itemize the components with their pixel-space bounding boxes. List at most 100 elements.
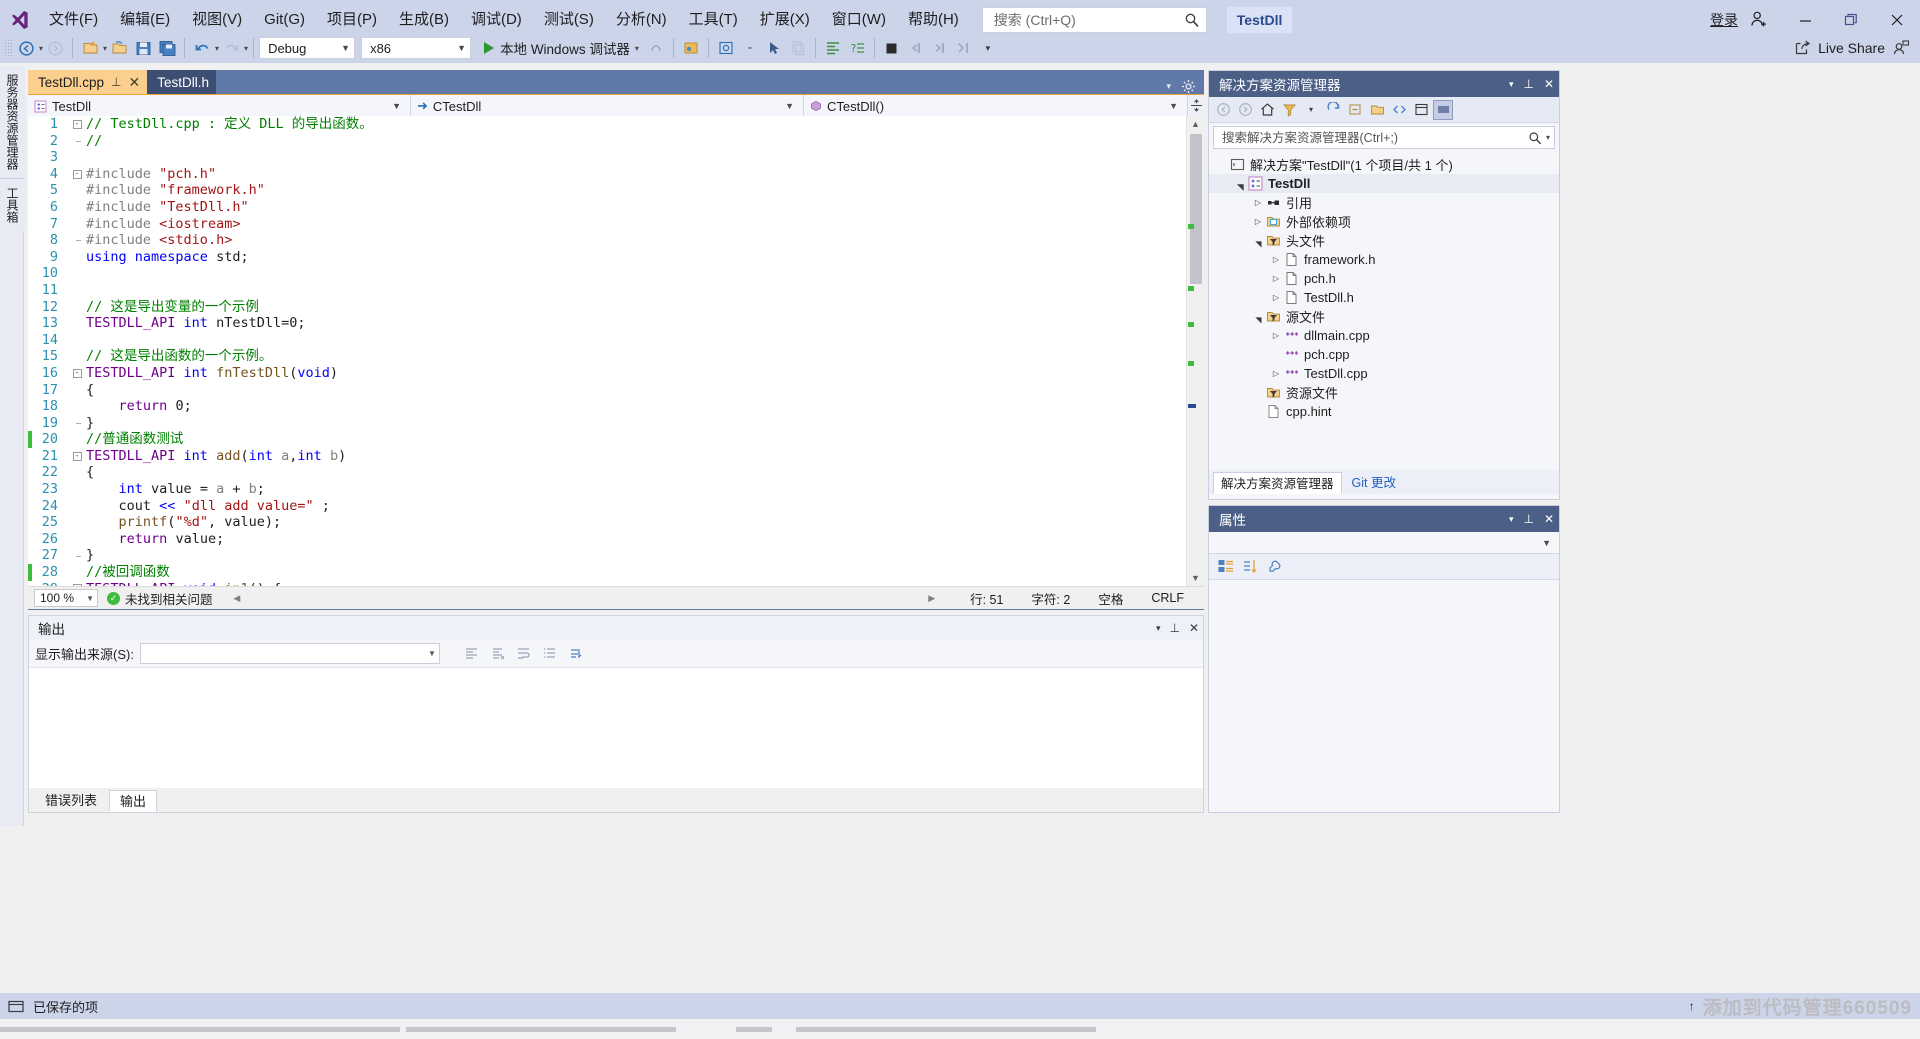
code-line[interactable]: 4-#include "pch.h"	[28, 166, 1186, 183]
add-to-source-control-arrow-icon[interactable]: ↑	[1689, 999, 1695, 1013]
sign-in-link[interactable]: 登录	[1706, 10, 1742, 30]
editor-horizontal-scrollbar[interactable]: ◀ ▶	[213, 593, 957, 604]
solution-tree-item[interactable]: ▷dllmain.cpp	[1209, 326, 1559, 345]
close-icon[interactable]: ✕	[128, 74, 140, 91]
output-toggle-wordwrap-icon[interactable]	[514, 644, 534, 664]
close-icon[interactable]: ✕	[1544, 77, 1554, 91]
code-line[interactable]: 20//普通函数测试	[28, 431, 1186, 448]
code-line[interactable]: 11	[28, 282, 1186, 299]
navigate-forward-button[interactable]	[43, 36, 67, 60]
twisty-icon[interactable]: ▷	[1269, 293, 1283, 302]
properties-grid[interactable]	[1209, 580, 1559, 810]
refresh-icon[interactable]	[1323, 100, 1343, 120]
twisty-icon[interactable]: ▷	[1269, 331, 1283, 340]
code-line[interactable]: 28//被回调函数	[28, 564, 1186, 581]
live-preview-button[interactable]	[679, 36, 703, 60]
toolbar-grip[interactable]	[4, 39, 12, 57]
tab-output[interactable]: 输出	[109, 790, 157, 812]
copy-style-icon[interactable]	[786, 36, 810, 60]
code-line[interactable]: 27}	[28, 547, 1186, 564]
redo-dropdown-icon[interactable]: ▾	[244, 44, 248, 53]
window-menu-icon[interactable]: ▾	[1509, 79, 1514, 90]
solution-tree-item[interactable]: ▷外部依赖项	[1209, 212, 1559, 231]
start-debugging-button[interactable]: 本地 Windows 调试器 ▾	[479, 36, 644, 60]
close-icon[interactable]: ✕	[1544, 512, 1554, 526]
solution-tree[interactable]: 解决方案"TestDll"(1 个项目/共 1 个)◢TestDll▷引用▷外部…	[1209, 152, 1559, 470]
code-line[interactable]: 23 int value = a + b;	[28, 481, 1186, 498]
chevron-down-icon[interactable]: ▾	[635, 44, 639, 53]
pin-icon[interactable]: ⊥	[111, 75, 121, 89]
output-text-area[interactable]	[29, 668, 1203, 778]
twisty-icon[interactable]: ◢	[1254, 234, 1263, 248]
code-line[interactable]: 19}	[28, 415, 1186, 432]
outlining-glyph[interactable]: -	[68, 369, 86, 378]
search-input[interactable]	[992, 11, 1184, 29]
pin-icon[interactable]: ⊥	[1523, 77, 1533, 91]
collapse-all-icon[interactable]	[1345, 100, 1365, 120]
step-into-icon[interactable]	[904, 36, 928, 60]
solution-config-combo[interactable]: Debug ▼	[259, 37, 355, 59]
solution-tree-item[interactable]: ◢头文件	[1209, 231, 1559, 250]
code-line[interactable]: 22{	[28, 464, 1186, 481]
home-icon[interactable]	[1257, 100, 1277, 120]
categorized-view-icon[interactable]	[1214, 556, 1236, 577]
outlining-glyph[interactable]: -	[68, 170, 86, 179]
editor-vertical-scrollbar[interactable]: ▲ ▼	[1186, 116, 1204, 586]
close-icon[interactable]: ✕	[1189, 621, 1199, 635]
split-view-button[interactable]	[1187, 95, 1204, 116]
solution-tree-item[interactable]: cpp.hint	[1209, 402, 1559, 421]
property-pages-icon[interactable]	[1264, 556, 1286, 577]
save-button[interactable]	[131, 36, 155, 60]
twisty-icon[interactable]: ▷	[1251, 217, 1265, 226]
code-line[interactable]: 29-TESTDLL_API void jn1() {	[28, 581, 1186, 586]
code-line[interactable]: 21-TESTDLL_API int add(int a,int b)	[28, 448, 1186, 465]
code-line[interactable]: 26 return value;	[28, 531, 1186, 548]
solution-tree-item[interactable]: 解决方案"TestDll"(1 个项目/共 1 个)	[1209, 155, 1559, 174]
outlining-glyph[interactable]: -	[68, 584, 86, 586]
code-line[interactable]: 5#include "framework.h"	[28, 182, 1186, 199]
output-settings-icon[interactable]	[566, 644, 586, 664]
scrollbar-thumb[interactable]	[1190, 134, 1202, 284]
tab-solution-explorer[interactable]: 解决方案资源管理器	[1213, 472, 1342, 494]
twisty-icon[interactable]: ◢	[1254, 310, 1263, 324]
navigate-backward-button[interactable]	[14, 36, 38, 60]
quick-help-icon[interactable]: ?	[845, 36, 869, 60]
output-clear-all-icon[interactable]	[488, 644, 508, 664]
gear-icon[interactable]	[1181, 79, 1196, 94]
solution-explorer-search-box[interactable]: ▾	[1213, 126, 1555, 149]
tab-git-changes[interactable]: Git 更改	[1345, 472, 1403, 494]
show-all-files-icon[interactable]	[1367, 100, 1387, 120]
outlining-glyph[interactable]: -	[68, 120, 86, 129]
quick-search-box[interactable]	[982, 7, 1207, 33]
code-line[interactable]: 15// 这是导出函数的一个示例。	[28, 348, 1186, 365]
step-out-icon[interactable]	[952, 36, 976, 60]
nav-project-combo[interactable]: TestDll ▼	[28, 95, 411, 117]
code-line[interactable]: 16-TESTDLL_API int fnTestDll(void)	[28, 365, 1186, 382]
code-line[interactable]: 18 return 0;	[28, 398, 1186, 415]
step-over-icon[interactable]	[928, 36, 952, 60]
twisty-icon[interactable]: ◢	[1236, 177, 1245, 191]
active-files-dropdown-icon[interactable]: ▾	[1166, 81, 1171, 92]
view-code-icon[interactable]	[1389, 100, 1409, 120]
source-control-icon[interactable]	[8, 999, 25, 1014]
code-line[interactable]: 7#include <iostream>	[28, 216, 1186, 233]
window-menu-icon[interactable]: ▾	[1509, 514, 1514, 525]
tab-testdll-h[interactable]: TestDll.h	[147, 70, 216, 94]
solution-search-input[interactable]	[1220, 130, 1528, 146]
solution-tree-item[interactable]: 资源文件	[1209, 383, 1559, 402]
select-element-button[interactable]	[714, 36, 738, 60]
scroll-up-icon[interactable]: ▲	[1187, 116, 1204, 132]
output-find-message-icon[interactable]	[462, 644, 482, 664]
new-project-button[interactable]	[78, 36, 102, 60]
code-line[interactable]: 1-// TestDll.cpp : 定义 DLL 的导出函数。	[28, 116, 1186, 133]
code-text-area[interactable]: 1-// TestDll.cpp : 定义 DLL 的导出函数。2//34-#i…	[28, 116, 1186, 586]
twisty-icon[interactable]: ▷	[1269, 274, 1283, 283]
pending-changes-filter-icon[interactable]	[1279, 100, 1299, 120]
preview-selected-items-icon[interactable]	[1433, 100, 1453, 120]
stop-icon[interactable]	[880, 36, 904, 60]
code-line[interactable]: 24 cout << "dll add value=" ;	[28, 498, 1186, 515]
properties-object-combo[interactable]: ▼	[1209, 532, 1559, 554]
open-file-button[interactable]	[107, 36, 131, 60]
solution-tree-item[interactable]: ▷framework.h	[1209, 250, 1559, 269]
code-editor[interactable]: 1-// TestDll.cpp : 定义 DLL 的导出函数。2//34-#i…	[28, 116, 1204, 586]
